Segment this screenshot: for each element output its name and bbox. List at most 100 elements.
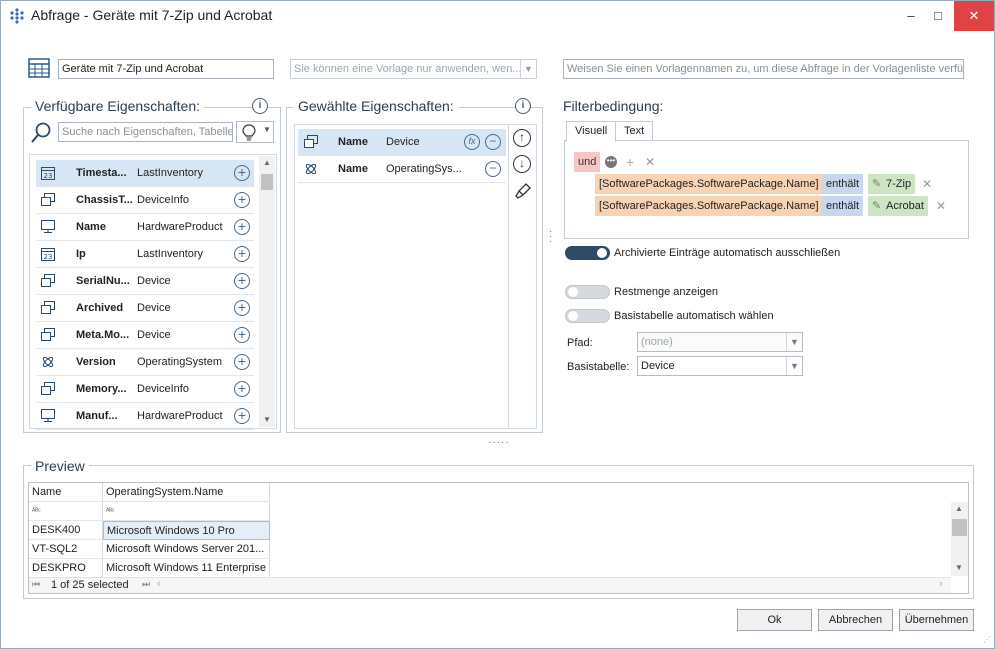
grid-header-os[interactable]: OperatingSystem.Name xyxy=(103,483,270,502)
remove-property-icon[interactable]: − xyxy=(485,134,501,150)
basetable-auto-toggle[interactable] xyxy=(565,309,610,323)
tab-text[interactable]: Text xyxy=(615,121,654,141)
rest-toggle[interactable] xyxy=(565,285,610,299)
available-property-row[interactable]: Name HardwareProduct + xyxy=(36,214,254,241)
available-scrollbar[interactable]: ▲ ▼ xyxy=(259,156,275,427)
grid-header-name[interactable]: Name xyxy=(29,483,103,502)
move-down-button[interactable]: ↓ xyxy=(513,155,531,173)
condition-field[interactable]: [SoftwarePackages.SoftwarePackage.Name] xyxy=(595,174,823,194)
last-page-icon[interactable]: ⏭ xyxy=(142,579,150,590)
add-property-icon[interactable]: + xyxy=(234,300,250,316)
add-property-icon[interactable]: + xyxy=(234,246,250,262)
scroll-up-icon[interactable]: ▲ xyxy=(955,504,963,513)
path-label: Pfad: xyxy=(567,337,593,349)
add-property-icon[interactable]: + xyxy=(234,327,250,343)
move-up-button[interactable]: ↑ xyxy=(513,129,531,147)
archived-toggle[interactable] xyxy=(565,246,610,260)
grid-cell-os[interactable]: Microsoft Windows Server 201... xyxy=(103,540,270,559)
device-icon xyxy=(41,193,55,207)
grid-vscrollbar[interactable]: ▲ ▼ xyxy=(951,502,968,576)
filter-row-icon[interactable]: ᴬᴮᶜ xyxy=(29,502,103,521)
available-property-row[interactable]: Manuf... HardwareProduct + xyxy=(36,403,254,430)
condition-field[interactable]: [SoftwarePackages.SoftwarePackage.Name] xyxy=(595,196,823,216)
add-property-icon[interactable]: + xyxy=(234,408,250,424)
query-name-input[interactable]: Geräte mit 7-Zip und Acrobat xyxy=(58,59,274,79)
add-property-icon[interactable]: + xyxy=(234,219,250,235)
property-name: Ip xyxy=(76,248,86,260)
ok-button[interactable]: Ok xyxy=(737,609,812,631)
resize-grip-icon[interactable]: ⋰ xyxy=(983,635,991,644)
scroll-up-icon[interactable]: ▲ xyxy=(263,158,271,167)
scroll-right-icon[interactable]: › xyxy=(939,578,943,590)
preview-title: Preview xyxy=(31,458,89,474)
table-icon xyxy=(28,58,50,78)
tab-visual[interactable]: Visuell xyxy=(566,121,617,142)
condition-operator[interactable]: enthält xyxy=(822,196,864,216)
grid-cell-name[interactable]: DESK400 xyxy=(29,521,103,540)
property-table: OperatingSys... xyxy=(386,163,462,175)
function-icon[interactable]: fx xyxy=(464,134,480,150)
available-property-row[interactable]: Meta.Mo... Device + xyxy=(36,322,254,349)
basetable-select[interactable]: Device ▼ xyxy=(637,356,803,376)
suggestion-button[interactable]: ▼ xyxy=(236,121,274,143)
property-name: Name xyxy=(338,163,368,175)
available-property-row[interactable]: SerialNu... Device + xyxy=(36,268,254,295)
scroll-down-icon[interactable]: ▼ xyxy=(955,563,963,572)
device-icon xyxy=(41,382,55,396)
device-icon xyxy=(41,301,55,315)
vertical-splitter[interactable]: · · · xyxy=(549,227,553,247)
cancel-button[interactable]: Abbrechen xyxy=(818,609,893,631)
add-property-icon[interactable]: + xyxy=(234,381,250,397)
path-select[interactable]: (none) ▼ xyxy=(637,332,803,352)
template-select[interactable]: Sie können eine Vorlage nur anwenden, we… xyxy=(290,59,537,79)
add-property-icon[interactable]: + xyxy=(234,273,250,289)
remove-property-icon[interactable]: − xyxy=(485,161,501,177)
remove-icon[interactable]: ✕ xyxy=(645,155,655,169)
filter-row-icon[interactable]: ᴬᴮᶜ xyxy=(103,502,270,521)
device-icon xyxy=(304,135,318,149)
selected-property-row[interactable]: Name Device fx − xyxy=(298,129,506,156)
available-property-row[interactable]: Archived Device + xyxy=(36,295,254,322)
info-icon[interactable]: i xyxy=(252,98,268,114)
available-property-row[interactable]: 23 Ip LastInventory + xyxy=(36,241,254,268)
property-name: ChassisT... xyxy=(76,194,133,206)
close-button[interactable]: ✕ xyxy=(954,1,994,31)
property-search-input[interactable]: Suche nach Eigenschaften, Tabellen xyxy=(58,122,233,142)
condition-value[interactable]: ✎ Acrobat xyxy=(868,196,928,216)
remove-condition-icon[interactable]: ✕ xyxy=(922,177,932,191)
template-name-input[interactable]: Weisen Sie einen Vorlagennamen zu, um di… xyxy=(563,59,964,79)
clear-brush-icon[interactable] xyxy=(514,182,532,200)
grid-cell-name[interactable]: VT-SQL2 xyxy=(29,540,103,559)
grid-cell-os[interactable]: Microsoft Windows 11 Enterprise xyxy=(103,559,270,578)
scroll-left-icon[interactable]: ‹ xyxy=(157,578,161,590)
available-property-row[interactable]: 23 Timesta... LastInventory + xyxy=(36,160,254,187)
property-table: Device xyxy=(137,275,171,287)
info-icon[interactable]: i xyxy=(515,98,531,114)
horizontal-splitter[interactable]: ····· xyxy=(488,437,510,448)
remove-condition-icon[interactable]: ✕ xyxy=(936,199,946,213)
maximize-button[interactable]: □ xyxy=(921,1,955,31)
add-property-icon[interactable]: + xyxy=(234,354,250,370)
first-page-icon[interactable]: ⏮ xyxy=(32,579,40,590)
grid-cell-name[interactable]: DESKPRO xyxy=(29,559,103,578)
available-property-row[interactable]: Version OperatingSystem + xyxy=(36,349,254,376)
selected-property-row[interactable]: Name OperatingSys... − xyxy=(298,156,506,183)
add-property-icon[interactable]: + xyxy=(234,192,250,208)
scrollbar-thumb[interactable] xyxy=(261,174,273,190)
available-property-row[interactable]: Memory... DeviceInfo + xyxy=(36,376,254,403)
grid-cell-os[interactable]: Microsoft Windows 10 Pro xyxy=(103,521,270,540)
window-title: Abfrage - Geräte mit 7-Zip und Acrobat xyxy=(31,7,273,23)
condition-operator[interactable]: enthält xyxy=(822,174,864,194)
available-property-row[interactable]: ChassisT... DeviceInfo + xyxy=(36,187,254,214)
condition-value[interactable]: ✎ 7-Zip xyxy=(868,174,916,194)
add-property-icon[interactable]: + xyxy=(234,165,250,181)
scrollbar-thumb[interactable] xyxy=(952,519,967,536)
property-table: OperatingSystem xyxy=(137,356,222,368)
operator-chip[interactable]: und xyxy=(574,152,601,172)
scroll-down-icon[interactable]: ▼ xyxy=(263,415,271,424)
property-name: Meta.Mo... xyxy=(76,329,130,341)
template-select-text: Sie können eine Vorlage nur anwenden, we… xyxy=(294,63,522,75)
add-icon[interactable]: + xyxy=(626,154,634,170)
more-icon[interactable]: ••• xyxy=(605,156,617,168)
apply-button[interactable]: Übernehmen xyxy=(899,609,974,631)
